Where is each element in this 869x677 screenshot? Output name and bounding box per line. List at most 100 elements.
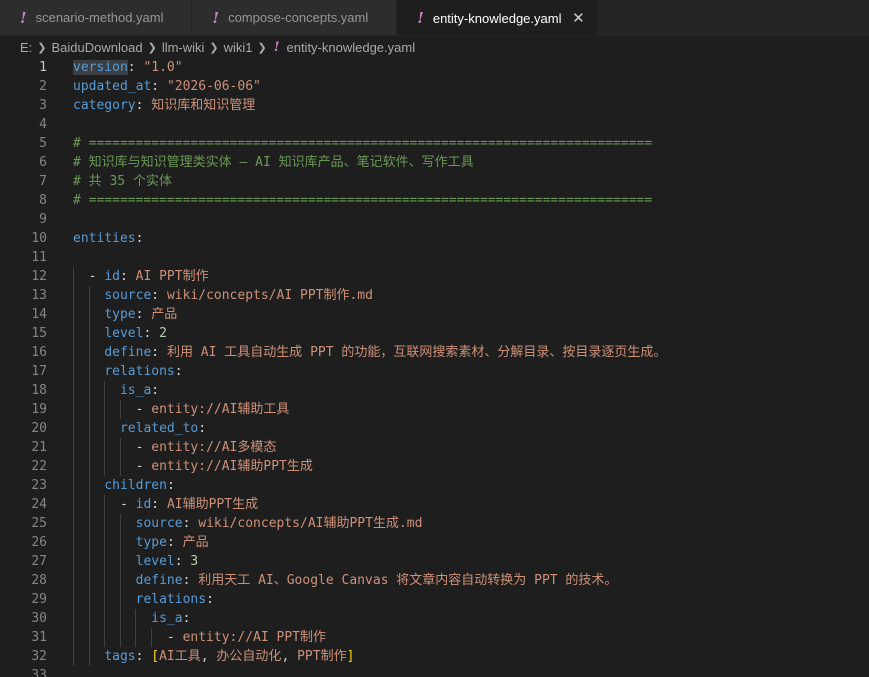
line-content: category: 知识库和知识管理 bbox=[47, 96, 869, 115]
code-token: - bbox=[73, 459, 152, 474]
line-number: 5 bbox=[39, 136, 47, 151]
line-number: 28 bbox=[31, 573, 47, 588]
tab-entity-knowledge[interactable]: ! entity-knowledge.yaml ✕ bbox=[397, 0, 599, 35]
line-content: # 共 35 个实体 bbox=[47, 172, 869, 191]
indent-guide bbox=[88, 609, 90, 628]
code-line[interactable]: 22 - entity://AI辅助PPT生成 bbox=[0, 457, 869, 476]
indent-guide bbox=[88, 495, 90, 514]
code-line[interactable]: 10 entities: bbox=[0, 229, 869, 248]
code-line[interactable]: 24 - id: AI辅助PPT生成 bbox=[0, 495, 869, 514]
code-line[interactable]: 25 source: wiki/concepts/AI辅助PPT生成.md bbox=[0, 514, 869, 533]
code-token: 利用天工 AI、Google Canvas 将文章内容自动转换为 PPT 的技术… bbox=[198, 573, 618, 588]
code-line[interactable]: 3 category: 知识库和知识管理 bbox=[0, 96, 869, 115]
code-token: , bbox=[200, 649, 217, 664]
code-line[interactable]: 17 relations: bbox=[0, 362, 869, 381]
code-token: : bbox=[151, 383, 160, 398]
indent-guide bbox=[88, 438, 90, 457]
line-number: 23 bbox=[31, 478, 47, 493]
line-content: - id: AI辅助PPT生成 bbox=[47, 495, 869, 514]
code-line[interactable]: 6 # 知识库与知识管理类实体 — AI 知识库产品、笔记软件、写作工具 bbox=[0, 153, 869, 172]
code-token: # 共 35 个实体 bbox=[73, 174, 172, 189]
code-line[interactable]: 1 version: "1.0" bbox=[0, 58, 869, 77]
breadcrumb-item[interactable]: entity-knowledge.yaml bbox=[286, 40, 415, 55]
code-line[interactable]: 9 bbox=[0, 210, 869, 229]
indent-guide bbox=[104, 533, 106, 552]
code-line[interactable]: 2 updated_at: "2026-06-06" bbox=[0, 77, 869, 96]
code-editor[interactable]: 1 version: "1.0" 2 updated_at: "2026-06-06"… bbox=[0, 58, 869, 677]
code-token: relations bbox=[135, 592, 207, 607]
breadcrumb: E: ❯ BaiduDownload ❯ llm-wiki ❯ wiki1 ❯! entity-… bbox=[0, 36, 869, 58]
line-content: # ======================================… bbox=[47, 191, 869, 210]
code-line[interactable]: 21 - entity://AI多模态 bbox=[0, 438, 869, 457]
code-token: children bbox=[104, 478, 167, 493]
code-line[interactable]: 7 # 共 35 个实体 bbox=[0, 172, 869, 191]
code-line[interactable]: 5 # =====================================… bbox=[0, 134, 869, 153]
code-line[interactable]: 20 related_to: bbox=[0, 419, 869, 438]
code-line[interactable]: 13 source: wiki/concepts/AI PPT制作.md bbox=[0, 286, 869, 305]
indent-guide bbox=[104, 400, 106, 419]
line-content: relations: bbox=[47, 362, 869, 381]
code-line[interactable]: 26 type: 产品 bbox=[0, 533, 869, 552]
code-line[interactable]: 4 bbox=[0, 115, 869, 134]
code-token: 利用 AI 工具自动生成 PPT 的功能，互联网搜索素材、分解目录、按目录逐页生… bbox=[166, 345, 667, 360]
chevron-right-icon: ❯ bbox=[257, 41, 267, 54]
chevron-right-icon: ❯ bbox=[147, 41, 157, 54]
line-content: tags: [AI工具, 办公自动化, PPT制作] bbox=[47, 647, 869, 666]
indent-guide bbox=[119, 628, 121, 647]
code-line[interactable]: 15 level: 2 bbox=[0, 324, 869, 343]
indent-guide bbox=[73, 305, 74, 324]
code-token: : bbox=[206, 592, 214, 607]
indent-guide bbox=[88, 324, 90, 343]
code-line[interactable]: 28 define: 利用天工 AI、Google Canvas 将文章内容自动… bbox=[0, 571, 869, 590]
indent-guide bbox=[88, 533, 90, 552]
code-token: "2026-06-06" bbox=[166, 79, 261, 94]
code-token: type bbox=[135, 535, 167, 550]
indent-guide bbox=[73, 647, 74, 666]
indent-guide bbox=[73, 609, 74, 628]
breadcrumb-item[interactable]: wiki1 bbox=[224, 40, 253, 55]
code-line[interactable]: 23 children: bbox=[0, 476, 869, 495]
indent-guide bbox=[88, 286, 90, 305]
indent-guide bbox=[104, 457, 106, 476]
line-content: is_a: bbox=[47, 381, 869, 400]
line-content bbox=[47, 210, 869, 229]
code-token: : bbox=[135, 649, 152, 664]
code-token: : bbox=[135, 98, 152, 113]
code-line[interactable]: 12 - id: AI PPT制作 bbox=[0, 267, 869, 286]
code-line[interactable]: 27 level: 3 bbox=[0, 552, 869, 571]
code-line[interactable]: 31 - entity://AI PPT制作 bbox=[0, 628, 869, 647]
code-line[interactable]: 8 # =====================================… bbox=[0, 191, 869, 210]
code-token: version bbox=[73, 60, 128, 75]
indent-guide bbox=[119, 609, 121, 628]
indent-guide bbox=[73, 343, 74, 362]
indent-guide bbox=[119, 571, 121, 590]
code-line[interactable]: 18 is_a: bbox=[0, 381, 869, 400]
indent-guide bbox=[88, 590, 90, 609]
indent-guide bbox=[73, 571, 74, 590]
code-line[interactable]: 32 tags: [AI工具, 办公自动化, PPT制作] bbox=[0, 647, 869, 666]
code-line[interactable]: 30 is_a: bbox=[0, 609, 869, 628]
indent-guide bbox=[88, 552, 90, 571]
indent-guide bbox=[151, 628, 152, 647]
code-token: : bbox=[182, 611, 191, 626]
close-icon[interactable]: ✕ bbox=[571, 9, 585, 27]
tab-compose-concepts[interactable]: ! compose-concepts.yaml bbox=[192, 0, 398, 35]
code-line[interactable]: 19 - entity://AI辅助工具 bbox=[0, 400, 869, 419]
breadcrumb-item[interactable]: llm-wiki bbox=[162, 40, 205, 55]
indent-guide bbox=[73, 267, 74, 286]
line-content bbox=[47, 248, 869, 267]
breadcrumb-item[interactable]: BaiduDownload bbox=[52, 40, 143, 55]
code-line[interactable]: 14 type: 产品 bbox=[0, 305, 869, 324]
code-token: 2 bbox=[159, 326, 167, 341]
indent-guide bbox=[73, 286, 74, 305]
tab-scenario-method[interactable]: ! scenario-method.yaml bbox=[0, 0, 193, 35]
tab-label: scenario-method.yaml bbox=[35, 10, 164, 25]
breadcrumb-item[interactable]: E: bbox=[20, 40, 32, 55]
indent-guide bbox=[119, 457, 121, 476]
code-line[interactable]: 11 bbox=[0, 248, 869, 267]
code-line[interactable]: 29 relations: bbox=[0, 590, 869, 609]
code-token: level bbox=[135, 554, 175, 569]
indent-guide bbox=[88, 419, 90, 438]
code-line[interactable]: 16 define: 利用 AI 工具自动生成 PPT 的功能，互联网搜索素材、… bbox=[0, 343, 869, 362]
code-line[interactable]: 33 bbox=[0, 666, 869, 677]
